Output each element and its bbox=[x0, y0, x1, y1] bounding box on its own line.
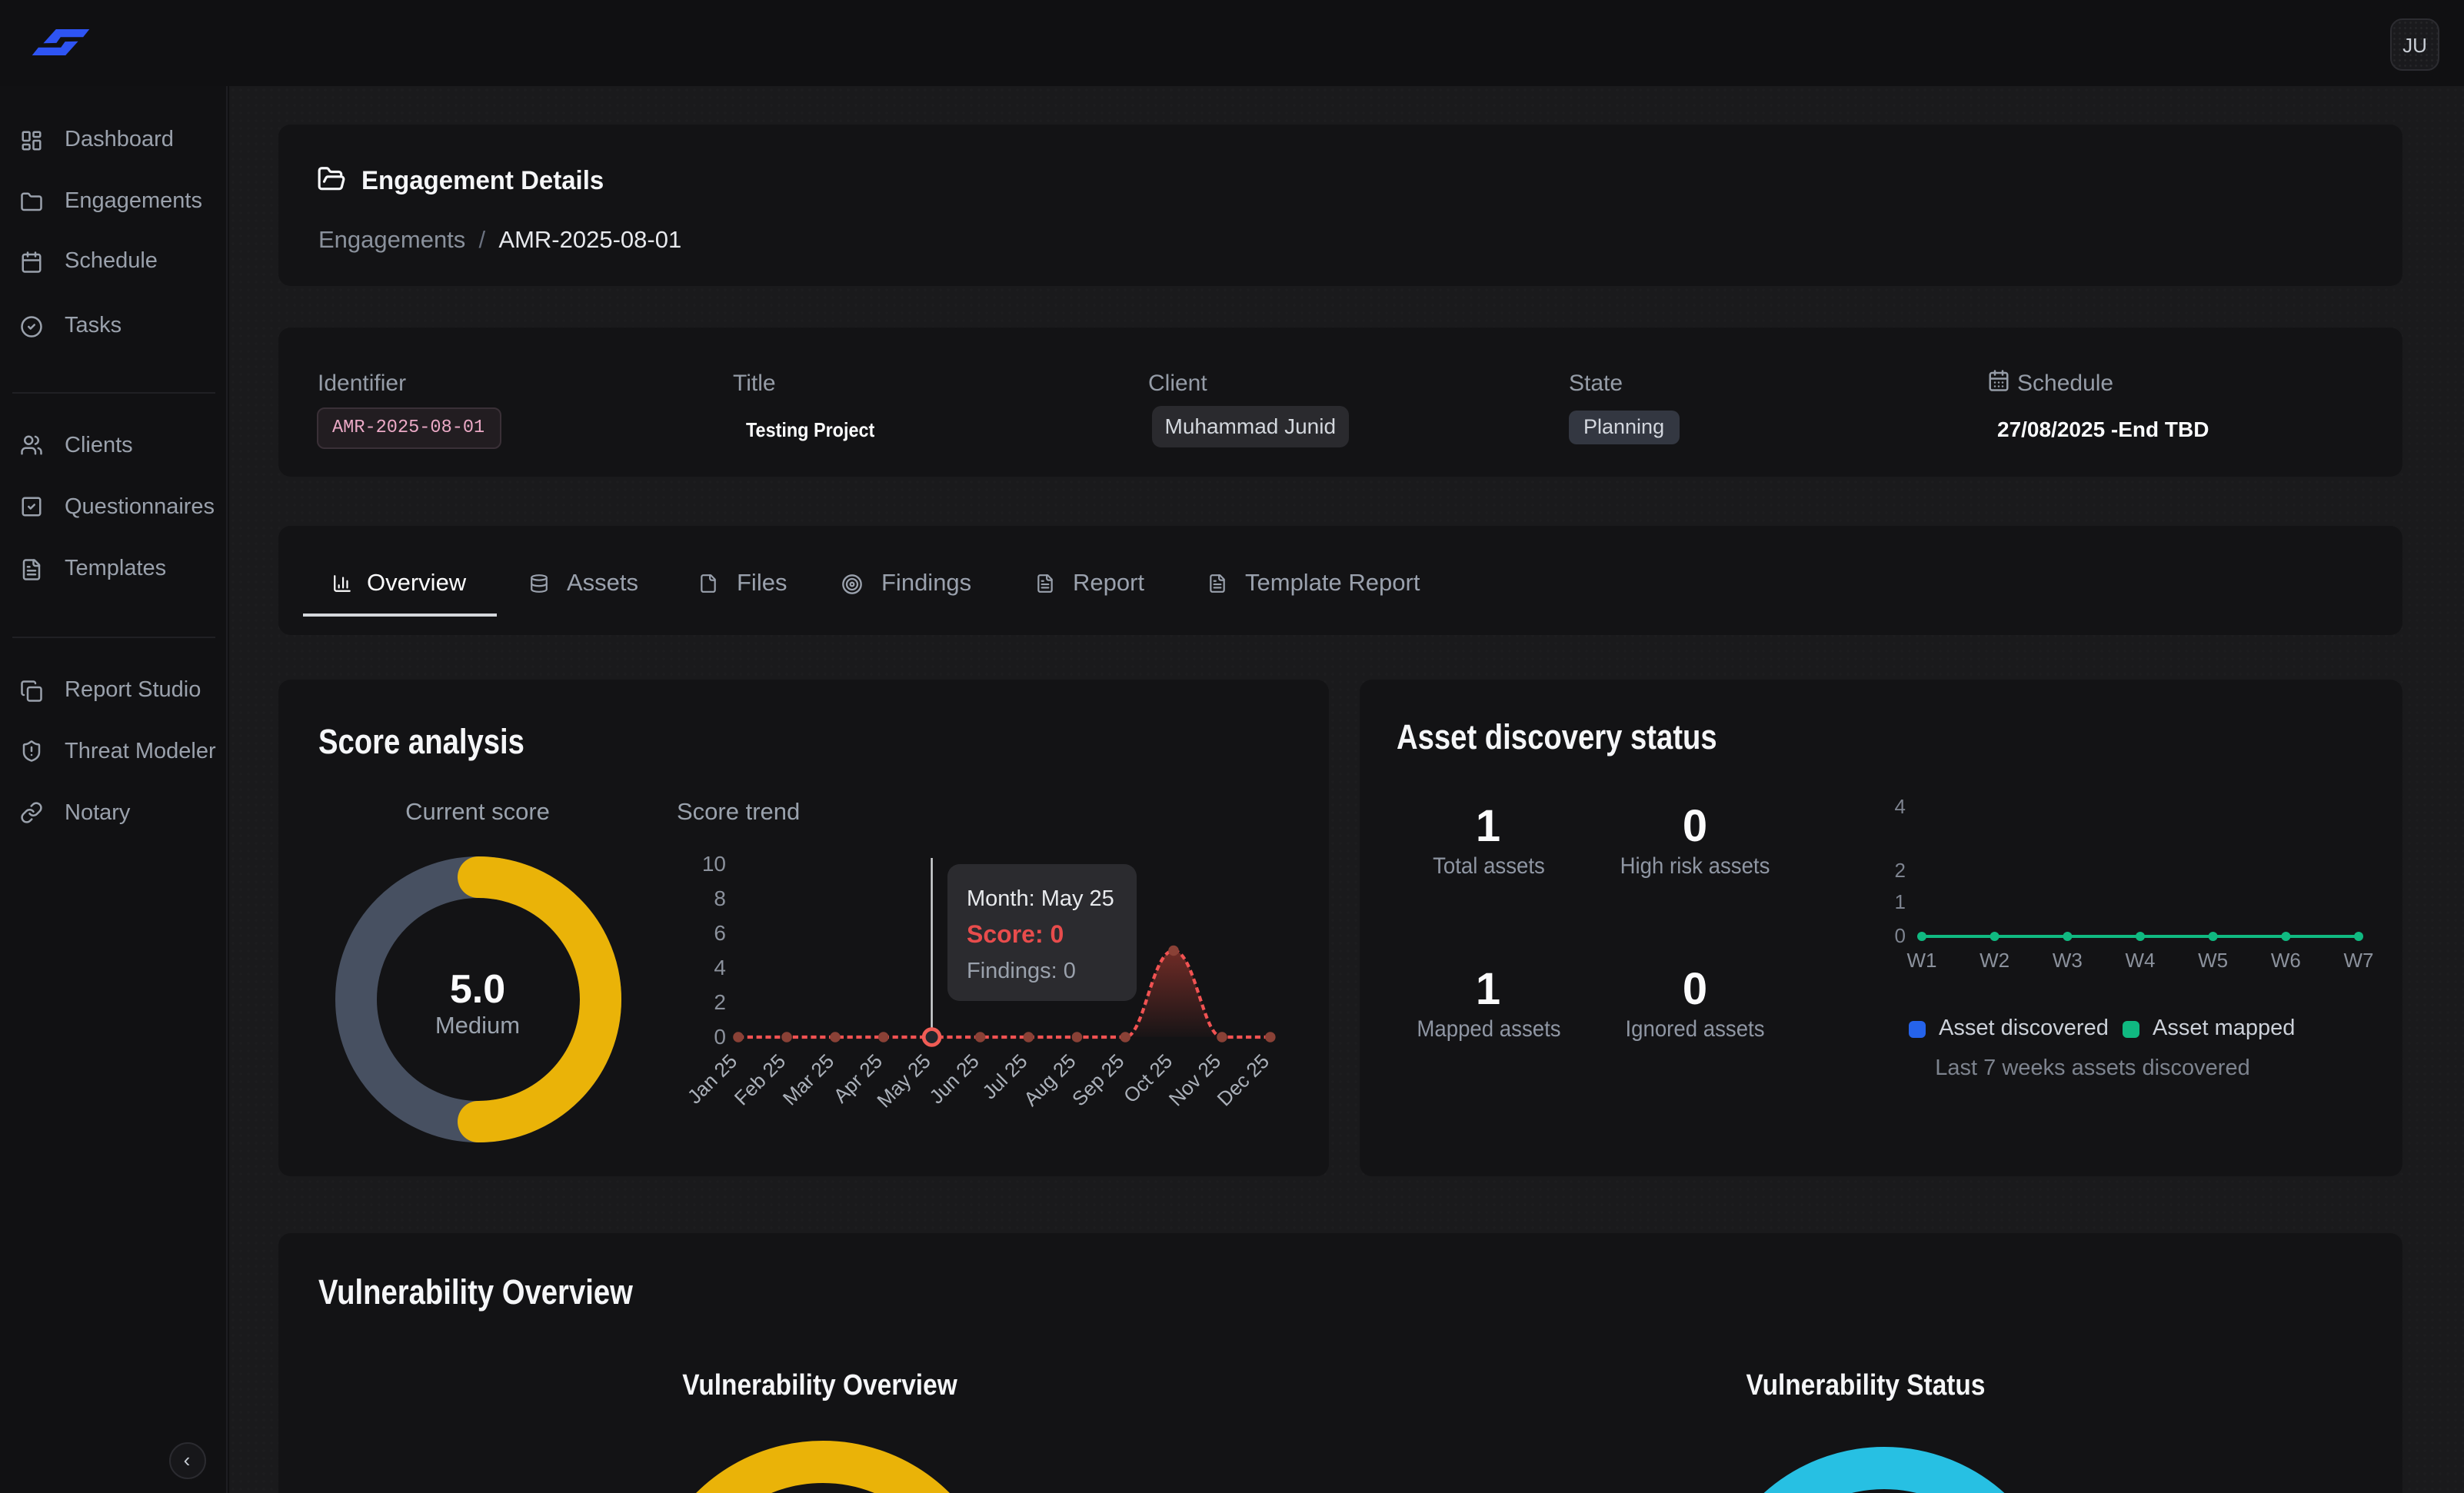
svg-text:Dec 25: Dec 25 bbox=[1212, 1049, 1273, 1110]
svg-text:4: 4 bbox=[1894, 795, 1905, 818]
svg-text:W5: W5 bbox=[2197, 949, 2227, 972]
svg-text:W4: W4 bbox=[2125, 949, 2155, 972]
svg-text:Aug 25: Aug 25 bbox=[1018, 1049, 1079, 1110]
svg-text:W7: W7 bbox=[2343, 949, 2373, 972]
svg-text:W2: W2 bbox=[1979, 949, 2009, 972]
svg-text:0: 0 bbox=[1894, 924, 1905, 947]
svg-text:4: 4 bbox=[713, 956, 725, 979]
svg-text:0: 0 bbox=[713, 1025, 725, 1049]
svg-text:1: 1 bbox=[1894, 890, 1905, 913]
svg-text:Mar 25: Mar 25 bbox=[777, 1049, 837, 1109]
svg-text:W3: W3 bbox=[2052, 949, 2082, 972]
svg-text:Jun 25: Jun 25 bbox=[924, 1049, 982, 1108]
svg-text:Sep 25: Sep 25 bbox=[1067, 1049, 1127, 1110]
svg-text:Nov 25: Nov 25 bbox=[1164, 1049, 1224, 1110]
svg-text:2: 2 bbox=[1894, 859, 1905, 882]
svg-text:Feb 25: Feb 25 bbox=[729, 1049, 789, 1109]
svg-text:May 25: May 25 bbox=[871, 1049, 934, 1112]
svg-text:2: 2 bbox=[713, 990, 725, 1014]
svg-text:W1: W1 bbox=[1906, 949, 1936, 972]
svg-text:10: 10 bbox=[701, 852, 725, 876]
svg-text:W6: W6 bbox=[2270, 949, 2300, 972]
svg-text:6: 6 bbox=[713, 921, 725, 945]
svg-text:Jan 25: Jan 25 bbox=[682, 1049, 741, 1108]
svg-text:8: 8 bbox=[713, 886, 725, 910]
